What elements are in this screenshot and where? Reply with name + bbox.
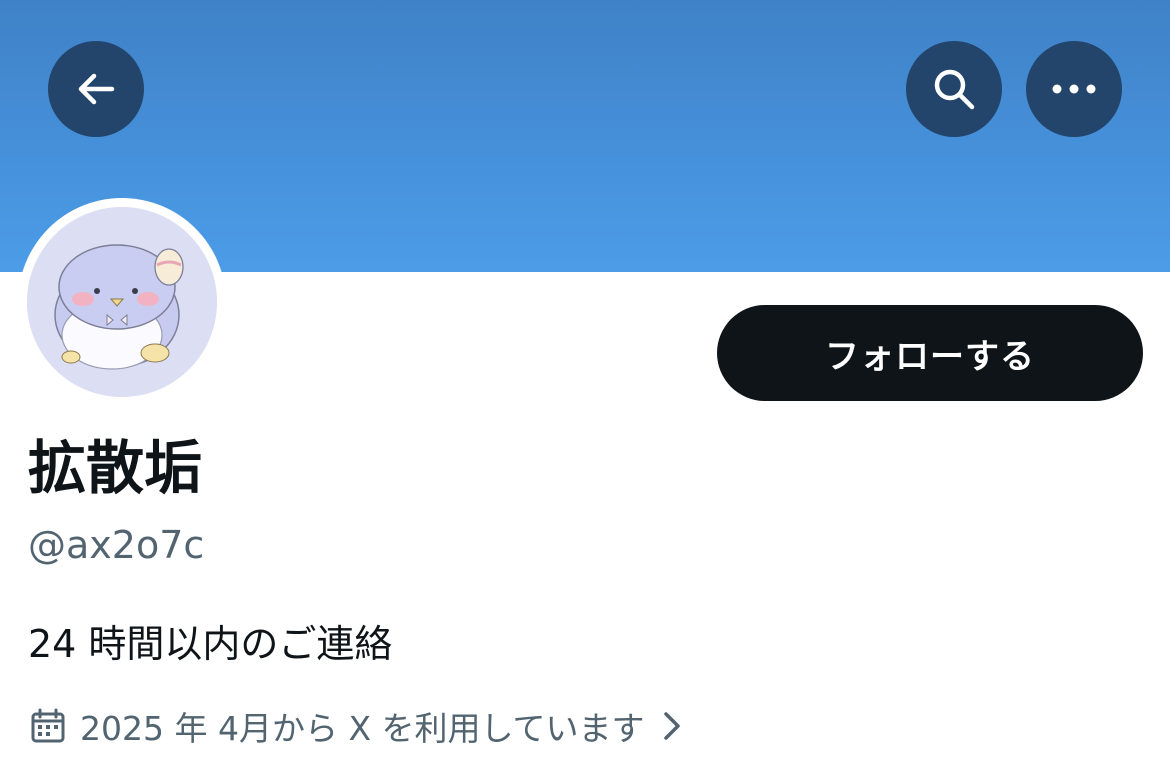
arrow-left-icon [78, 73, 115, 105]
avatar[interactable] [18, 198, 226, 406]
chevron-right-icon [663, 712, 680, 740]
back-button[interactable] [48, 41, 144, 137]
search-icon [934, 69, 975, 110]
search-button[interactable] [906, 41, 1002, 137]
display-name: 拡散垢 [28, 434, 203, 502]
follow-button[interactable]: フォローする [717, 305, 1143, 401]
more-horizontal-icon [1052, 84, 1096, 94]
joined-date-text: 2025 年 4月から X を利用しています [80, 709, 645, 748]
more-button[interactable] [1026, 41, 1122, 137]
user-handle: @ax2o7c [28, 523, 205, 567]
joined-date-row[interactable]: 2025 年 4月から X を利用しています [30, 700, 683, 752]
calendar-icon [31, 708, 65, 743]
profile-bio: 24 時間以内のご連絡 [28, 622, 393, 666]
penguin-avatar [27, 207, 217, 397]
profile-page: フォローする 拡散垢 @ax2o7c 24 時間以内のご連絡 2025 年 4月… [0, 0, 1170, 766]
